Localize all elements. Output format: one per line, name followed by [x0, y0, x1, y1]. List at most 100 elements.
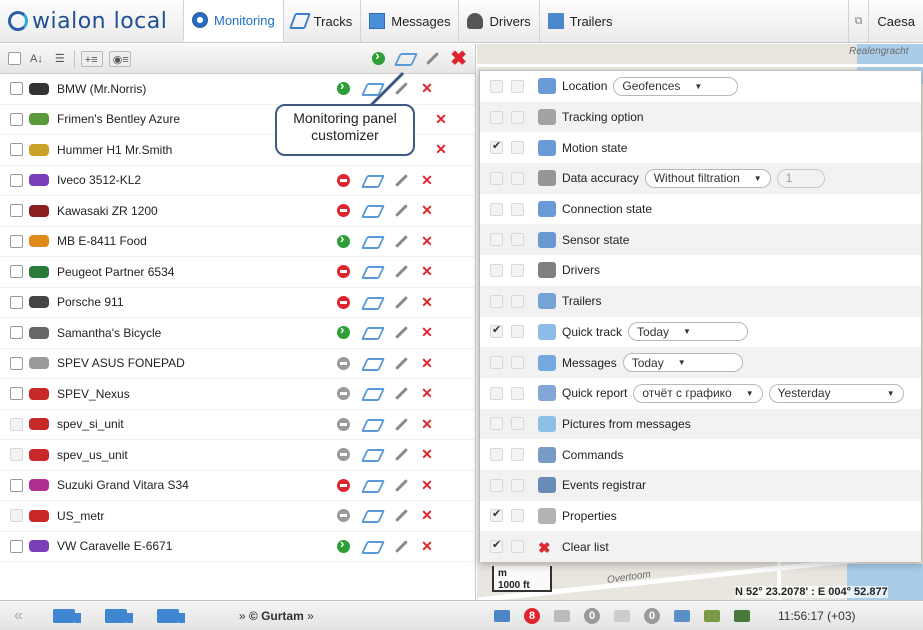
option-secondary-checkbox[interactable] — [511, 540, 524, 554]
remove-unit-icon[interactable]: ✕ — [421, 477, 433, 494]
unit-name[interactable]: SPEV ASUS FONEPAD — [57, 356, 185, 370]
unit-name[interactable]: Samantha's Bicycle — [57, 326, 161, 340]
unit-name[interactable]: Porsche 911 — [57, 295, 124, 309]
quick-track-icon[interactable] — [362, 479, 382, 492]
sort-az-icon[interactable]: A↓ — [27, 51, 46, 67]
unit-row[interactable]: Peugeot Partner 6534 ✕ — [0, 257, 475, 288]
option-select[interactable]: отчёт с графико ▼ — [633, 383, 763, 403]
quick-track-icon[interactable] — [362, 540, 382, 553]
option-secondary-checkbox[interactable] — [511, 448, 524, 462]
unit-checkbox[interactable] — [10, 448, 23, 462]
image-count-badge[interactable]: 0 — [644, 607, 660, 624]
option-secondary-checkbox[interactable] — [511, 171, 524, 185]
motion-state-icon[interactable] — [337, 322, 350, 340]
motion-state-icon[interactable] — [337, 78, 350, 96]
notification-count-badge[interactable]: 8 — [524, 607, 540, 624]
customizer-option[interactable]: Connection state — [480, 194, 921, 225]
tab-messages[interactable]: Messages — [360, 0, 458, 42]
customizer-option[interactable]: Quick track Today ▼ — [480, 317, 921, 348]
unit-name[interactable]: spev_us_unit — [57, 448, 128, 462]
option-enable-checkbox[interactable] — [490, 356, 503, 370]
quick-track-icon[interactable] — [362, 418, 382, 431]
unit-name[interactable]: VW Caravelle E-6671 — [57, 539, 172, 553]
option-secondary-checkbox[interactable] — [511, 356, 524, 370]
clear-list-header-icon[interactable]: ✖ — [450, 46, 467, 71]
properties-icon[interactable] — [394, 386, 409, 401]
properties-icon[interactable] — [394, 478, 409, 493]
unit-checkbox[interactable] — [10, 112, 23, 126]
remove-unit-icon[interactable]: ✕ — [421, 355, 433, 372]
customizer-option[interactable]: Data accuracy Without filtration ▼ 1 — [480, 163, 921, 194]
quick-track-icon[interactable] — [362, 265, 382, 278]
unit-name[interactable]: Frimen's Bentley Azure — [57, 112, 180, 126]
unit-checkbox[interactable] — [10, 234, 23, 248]
unit-checkbox[interactable] — [10, 539, 23, 553]
option-secondary-checkbox[interactable] — [511, 509, 524, 523]
quick-track-icon[interactable] — [362, 387, 382, 400]
unit-row[interactable]: VW Caravelle E-6671 ✕ — [0, 532, 475, 562]
quick-track-icon[interactable] — [362, 235, 382, 248]
unit-row[interactable]: Porsche 911 ✕ — [0, 288, 475, 318]
motion-state-icon[interactable] — [337, 295, 350, 309]
remove-unit-icon[interactable]: ✕ — [421, 172, 433, 189]
customizer-option[interactable]: Properties — [480, 501, 921, 532]
quick-track-icon[interactable] — [362, 448, 382, 461]
option-secondary-checkbox[interactable] — [511, 294, 524, 308]
unit-row[interactable]: MB E-8411 Food ✕ — [0, 227, 475, 257]
unit-row[interactable]: spev_us_unit ✕ — [0, 440, 475, 471]
customizer-option[interactable]: Events registrar — [480, 469, 921, 501]
motion-state-header-icon[interactable] — [372, 48, 386, 65]
unit-checkbox[interactable] — [10, 356, 23, 370]
remove-unit-icon[interactable]: ✕ — [421, 538, 433, 555]
unit-row[interactable]: Kawasaki ZR 1200 ✕ — [0, 196, 475, 227]
quick-track-icon[interactable] — [362, 326, 382, 339]
customizer-option[interactable]: Location Geofences ▼ — [480, 71, 921, 102]
unit-name[interactable]: Suzuki Grand Vitara S34 — [57, 478, 189, 492]
unit-row[interactable]: US_metr ✕ — [0, 501, 475, 532]
notifications-icon[interactable] — [494, 609, 510, 622]
option-secondary-checkbox[interactable] — [511, 325, 524, 339]
customizer-option[interactable]: Quick report отчёт с графико ▼ Yesterday ▼ — [480, 378, 921, 409]
motion-state-icon[interactable] — [337, 231, 350, 248]
motion-state-icon[interactable] — [337, 387, 350, 401]
unit-row[interactable]: BMW (Mr.Norris) ✕ — [0, 74, 475, 105]
option-secondary-checkbox[interactable] — [511, 233, 524, 247]
image-icon[interactable] — [614, 609, 630, 622]
option-select-period[interactable]: Yesterday ▼ — [768, 383, 904, 403]
customizer-option[interactable]: Messages Today ▼ — [480, 347, 921, 378]
remove-unit-icon[interactable]: ✕ — [421, 202, 433, 219]
remove-unit-icon[interactable]: ✕ — [421, 416, 433, 433]
option-secondary-checkbox[interactable] — [511, 79, 524, 93]
motion-state-icon[interactable] — [337, 204, 350, 218]
remove-unit-icon[interactable]: ✕ — [421, 80, 433, 97]
option-secondary-checkbox[interactable] — [511, 202, 524, 216]
remove-unit-icon[interactable]: ✕ — [421, 233, 433, 250]
option-enable-checkbox[interactable] — [490, 478, 503, 492]
collapse-panel-icon[interactable]: « — [14, 607, 23, 625]
option-enable-checkbox[interactable] — [490, 139, 503, 155]
properties-icon[interactable] — [394, 173, 409, 188]
option-select[interactable]: Geofences ▼ — [613, 76, 739, 96]
remove-unit-icon[interactable]: ✕ — [421, 263, 433, 280]
unit-name[interactable]: Kawasaki ZR 1200 — [57, 204, 158, 218]
properties-icon[interactable] — [394, 417, 409, 432]
tab-trailers[interactable]: Trailers — [538, 0, 621, 42]
customizer-option[interactable]: Drivers — [480, 255, 921, 286]
motion-state-icon[interactable] — [337, 173, 350, 187]
properties-icon[interactable] — [394, 81, 409, 96]
option-secondary-checkbox[interactable] — [511, 141, 524, 155]
accuracy-number-input[interactable]: 1 — [776, 168, 825, 188]
report-grid-icon[interactable] — [734, 609, 750, 622]
properties-icon[interactable] — [394, 203, 409, 218]
motion-state-icon[interactable] — [337, 265, 350, 279]
unit-icon[interactable] — [52, 608, 81, 623]
option-enable-checkbox[interactable] — [490, 538, 503, 554]
motion-state-icon[interactable] — [337, 448, 350, 462]
motion-state-icon[interactable] — [337, 417, 350, 431]
book-icon[interactable] — [674, 609, 690, 622]
properties-icon[interactable] — [394, 539, 409, 554]
customizer-option[interactable]: ✖ Clear list — [480, 531, 921, 562]
option-enable-checkbox[interactable] — [490, 263, 503, 277]
motion-state-icon[interactable] — [337, 478, 350, 492]
tab-tracks[interactable]: Tracks — [282, 0, 361, 42]
